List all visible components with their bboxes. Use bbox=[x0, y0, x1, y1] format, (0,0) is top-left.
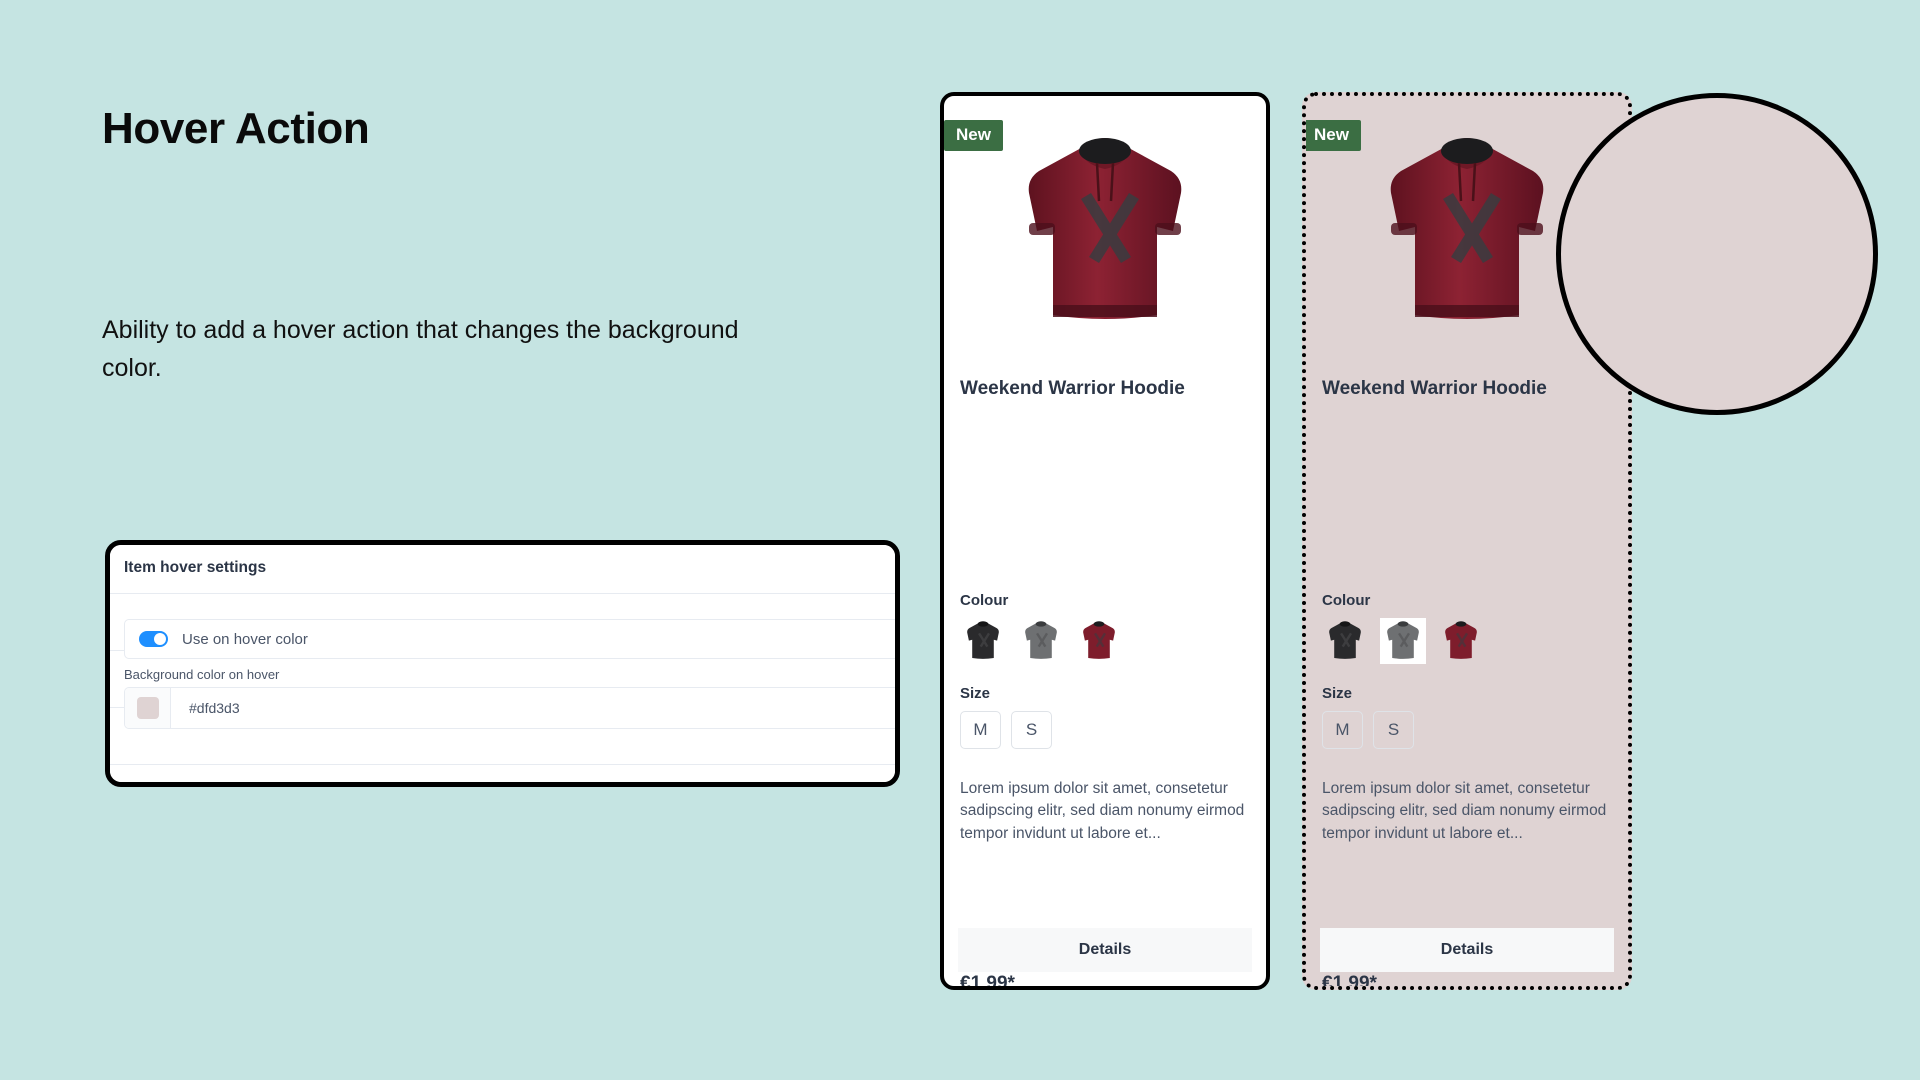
size-option-row: M S bbox=[960, 711, 1052, 749]
background-color-on-hover-field[interactable]: #dfd3d3 bbox=[124, 687, 895, 729]
product-description: Lorem ipsum dolor sit amet, consetetur s… bbox=[960, 780, 1245, 842]
colour-swatch-burgundy[interactable] bbox=[1438, 618, 1484, 664]
color-swatch-icon bbox=[136, 697, 159, 719]
color-hex-input[interactable]: #dfd3d3 bbox=[171, 688, 240, 728]
item-hover-settings-panel: Item hover settings Use on hover color B… bbox=[105, 540, 900, 787]
colour-swatch-grey[interactable] bbox=[1018, 618, 1064, 664]
product-price: €1.99* bbox=[1322, 973, 1377, 990]
size-option-m[interactable]: M bbox=[960, 711, 1001, 749]
colour-section-label: Colour bbox=[1322, 592, 1371, 609]
hoodie-image-burgundy bbox=[1028, 138, 1182, 319]
colour-section-label: Colour bbox=[960, 592, 1009, 609]
divider bbox=[110, 593, 895, 594]
use-on-hover-color-toggle[interactable] bbox=[139, 631, 168, 647]
new-badge: New bbox=[944, 120, 1003, 151]
size-option-row: M S bbox=[1322, 711, 1414, 749]
page-title: Hover Action bbox=[102, 104, 370, 153]
new-badge: New bbox=[1306, 120, 1361, 151]
color-picker-button[interactable] bbox=[125, 688, 171, 728]
colour-swatch-burgundy[interactable] bbox=[1076, 618, 1122, 664]
colour-swatch-row bbox=[1322, 618, 1484, 664]
colour-swatch-black[interactable] bbox=[1322, 618, 1368, 664]
product-title: Weekend Warrior Hoodie bbox=[960, 378, 1185, 399]
use-on-hover-color-label: Use on hover color bbox=[182, 630, 308, 648]
use-on-hover-color-row[interactable]: Use on hover color bbox=[124, 619, 895, 659]
product-card-default[interactable]: New Weekend Warrior Hoodie Colour Size M… bbox=[940, 92, 1270, 990]
slide-canvas: Hover Action Ability to add a hover acti… bbox=[0, 0, 1920, 1080]
product-title: Weekend Warrior Hoodie bbox=[1322, 378, 1547, 399]
background-color-on-hover-label: Background color on hover bbox=[124, 667, 280, 682]
colour-swatch-grey-selected[interactable] bbox=[1380, 618, 1426, 664]
toggle-knob bbox=[154, 633, 166, 645]
hover-color-annotation-circle bbox=[1556, 93, 1878, 415]
size-section-label: Size bbox=[1322, 685, 1353, 702]
product-image bbox=[944, 118, 1266, 348]
size-section-label: Size bbox=[960, 685, 991, 702]
details-button[interactable]: Details bbox=[1320, 928, 1614, 972]
product-description: Lorem ipsum dolor sit amet, consetetur s… bbox=[1322, 780, 1607, 842]
colour-swatch-black[interactable] bbox=[960, 618, 1006, 664]
size-option-s[interactable]: S bbox=[1011, 711, 1052, 749]
colour-swatch-row bbox=[960, 618, 1122, 664]
divider bbox=[110, 764, 895, 765]
settings-panel-title: Item hover settings bbox=[124, 559, 267, 576]
product-price: €1.99* bbox=[960, 973, 1015, 990]
details-button[interactable]: Details bbox=[958, 928, 1252, 972]
hoodie-image-burgundy bbox=[1390, 138, 1544, 319]
size-option-s[interactable]: S bbox=[1373, 711, 1414, 749]
size-option-m[interactable]: M bbox=[1322, 711, 1363, 749]
page-description: Ability to add a hover action that chang… bbox=[102, 316, 739, 382]
